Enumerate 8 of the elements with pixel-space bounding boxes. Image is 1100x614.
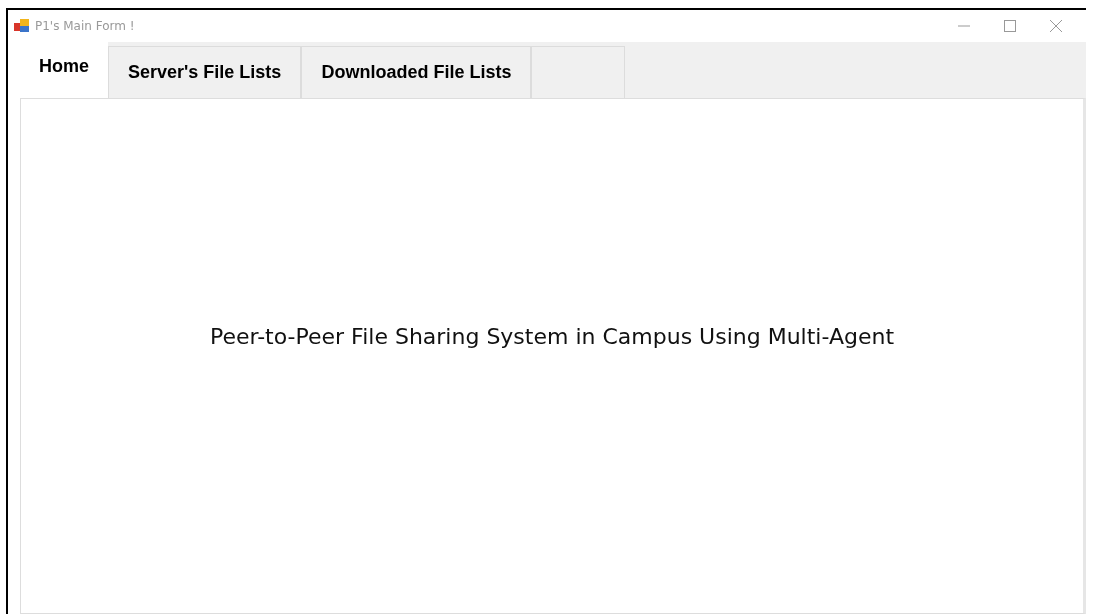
tab[interactable]: Downloaded File Lists xyxy=(301,46,532,98)
window-title: P1's Main Form ! xyxy=(35,19,135,33)
app-icon xyxy=(14,19,30,33)
tab[interactable]: Home xyxy=(20,42,108,98)
tab[interactable]: Server's File Lists xyxy=(108,46,302,98)
maximize-icon[interactable] xyxy=(1004,20,1016,32)
heading: Peer-to-Peer File Sharing System in Campus Using Multi-Agent xyxy=(209,323,895,349)
close-icon[interactable] xyxy=(1050,20,1062,32)
